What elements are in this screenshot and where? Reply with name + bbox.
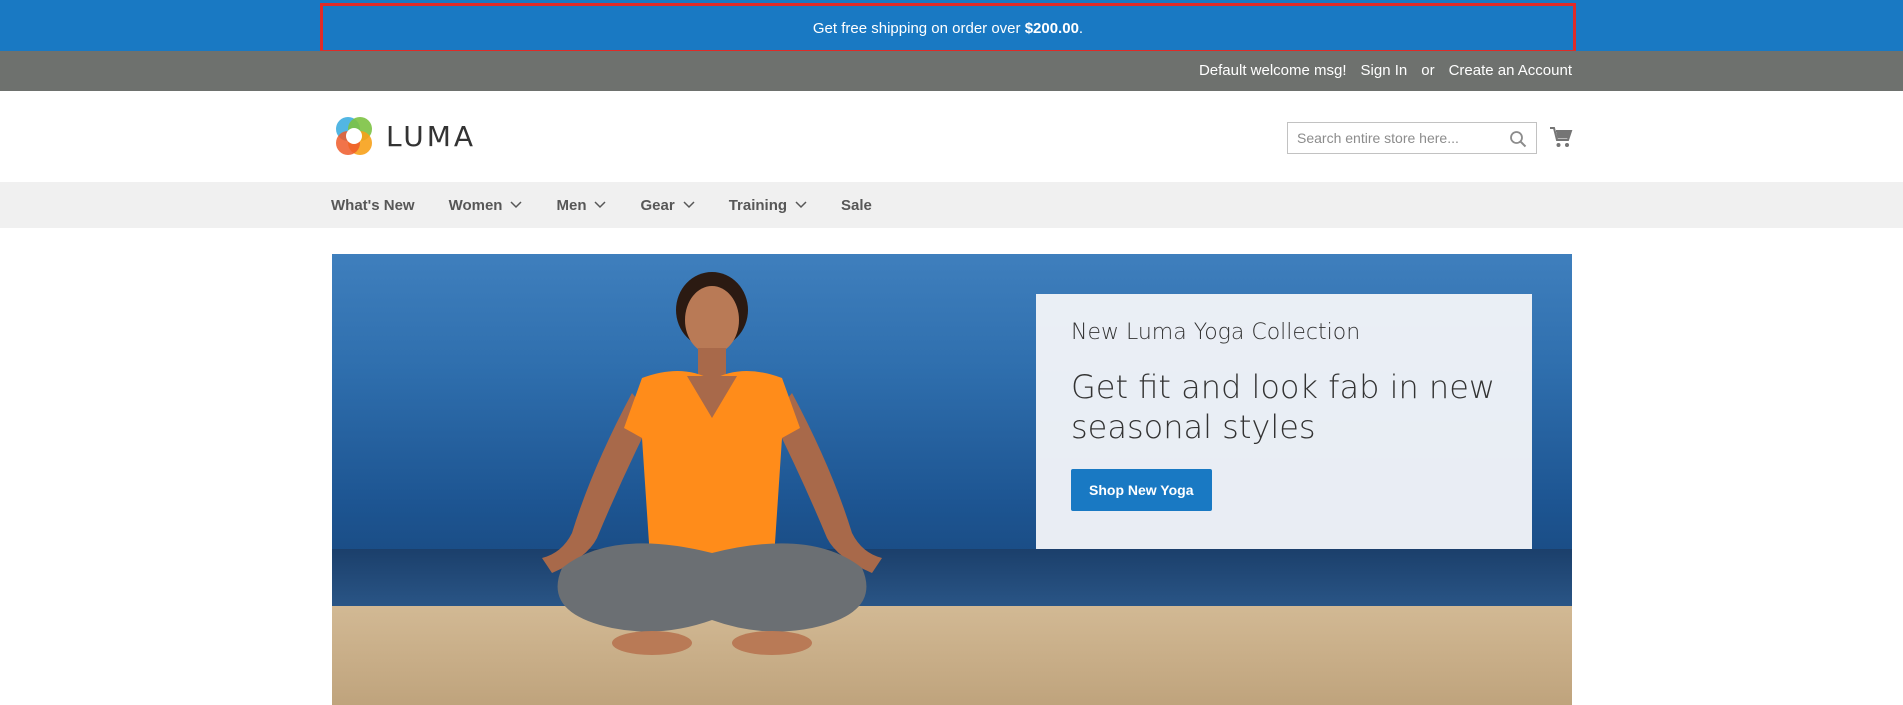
- hero-subtitle: New Luma Yoga Collection: [1071, 320, 1361, 345]
- nav-item-gear[interactable]: Gear: [640, 196, 695, 214]
- chevron-down-icon: [594, 201, 607, 209]
- promo-message: Get free shipping on order over $200.00.: [320, 3, 1576, 53]
- or-text: or: [1421, 62, 1435, 79]
- welcome-message: Default welcome msg!: [1198, 62, 1347, 79]
- nav-item-label: Gear: [640, 196, 675, 214]
- nav-item-training[interactable]: Training: [729, 197, 807, 214]
- header-panel: Default welcome msg! Sign In or Create a…: [0, 51, 1903, 91]
- main-navigation: What's New Women Men Gear Training Sale: [0, 182, 1903, 228]
- nav-item-sale[interactable]: Sale: [841, 197, 872, 214]
- nav-item-label: Training: [728, 196, 788, 214]
- luma-logo-icon: [336, 117, 372, 155]
- hero-banner[interactable]: New Luma Yoga Collection Get fit and loo…: [332, 254, 1572, 705]
- nav-item-label: Men: [556, 196, 587, 214]
- nav-item-women[interactable]: Women: [449, 197, 523, 214]
- sign-in-link[interactable]: Sign In: [1361, 62, 1408, 79]
- yoga-woman-image: [542, 272, 882, 655]
- chevron-down-icon: [683, 201, 695, 209]
- logo[interactable]: LUMA: [332, 114, 476, 158]
- promo-bar: Get free shipping on order over $200.00.: [0, 0, 1903, 53]
- cart-icon[interactable]: [1549, 125, 1573, 149]
- promo-text-end: .: [1078, 19, 1084, 37]
- hero-promo-card: New Luma Yoga Collection Get fit and loo…: [1036, 294, 1532, 549]
- nav-item-label: Sale: [841, 196, 872, 214]
- nav-item-label: What's New: [331, 196, 415, 214]
- logo-text: LUMA: [386, 119, 477, 153]
- search-box: [1287, 122, 1537, 154]
- promo-text: Get free shipping on order over: [812, 19, 1021, 37]
- nav-item-label: Women: [448, 196, 503, 214]
- header: LUMA: [0, 91, 1903, 182]
- hero-title: Get fit and look fab in new seasonal sty…: [1071, 368, 1496, 446]
- nav-item-whats-new[interactable]: What's New: [331, 197, 415, 214]
- search-input[interactable]: [1288, 123, 1498, 153]
- header-links: Default welcome msg! Sign In or Create a…: [1199, 62, 1572, 79]
- create-account-link[interactable]: Create an Account: [1449, 62, 1572, 79]
- chevron-down-icon: [795, 201, 807, 209]
- promo-amount: $200.00: [1024, 19, 1079, 37]
- nav-item-men[interactable]: Men: [556, 196, 607, 214]
- chevron-down-icon: [510, 201, 523, 209]
- shop-new-yoga-button[interactable]: Shop New Yoga: [1071, 469, 1212, 511]
- search-icon[interactable]: [1509, 130, 1527, 148]
